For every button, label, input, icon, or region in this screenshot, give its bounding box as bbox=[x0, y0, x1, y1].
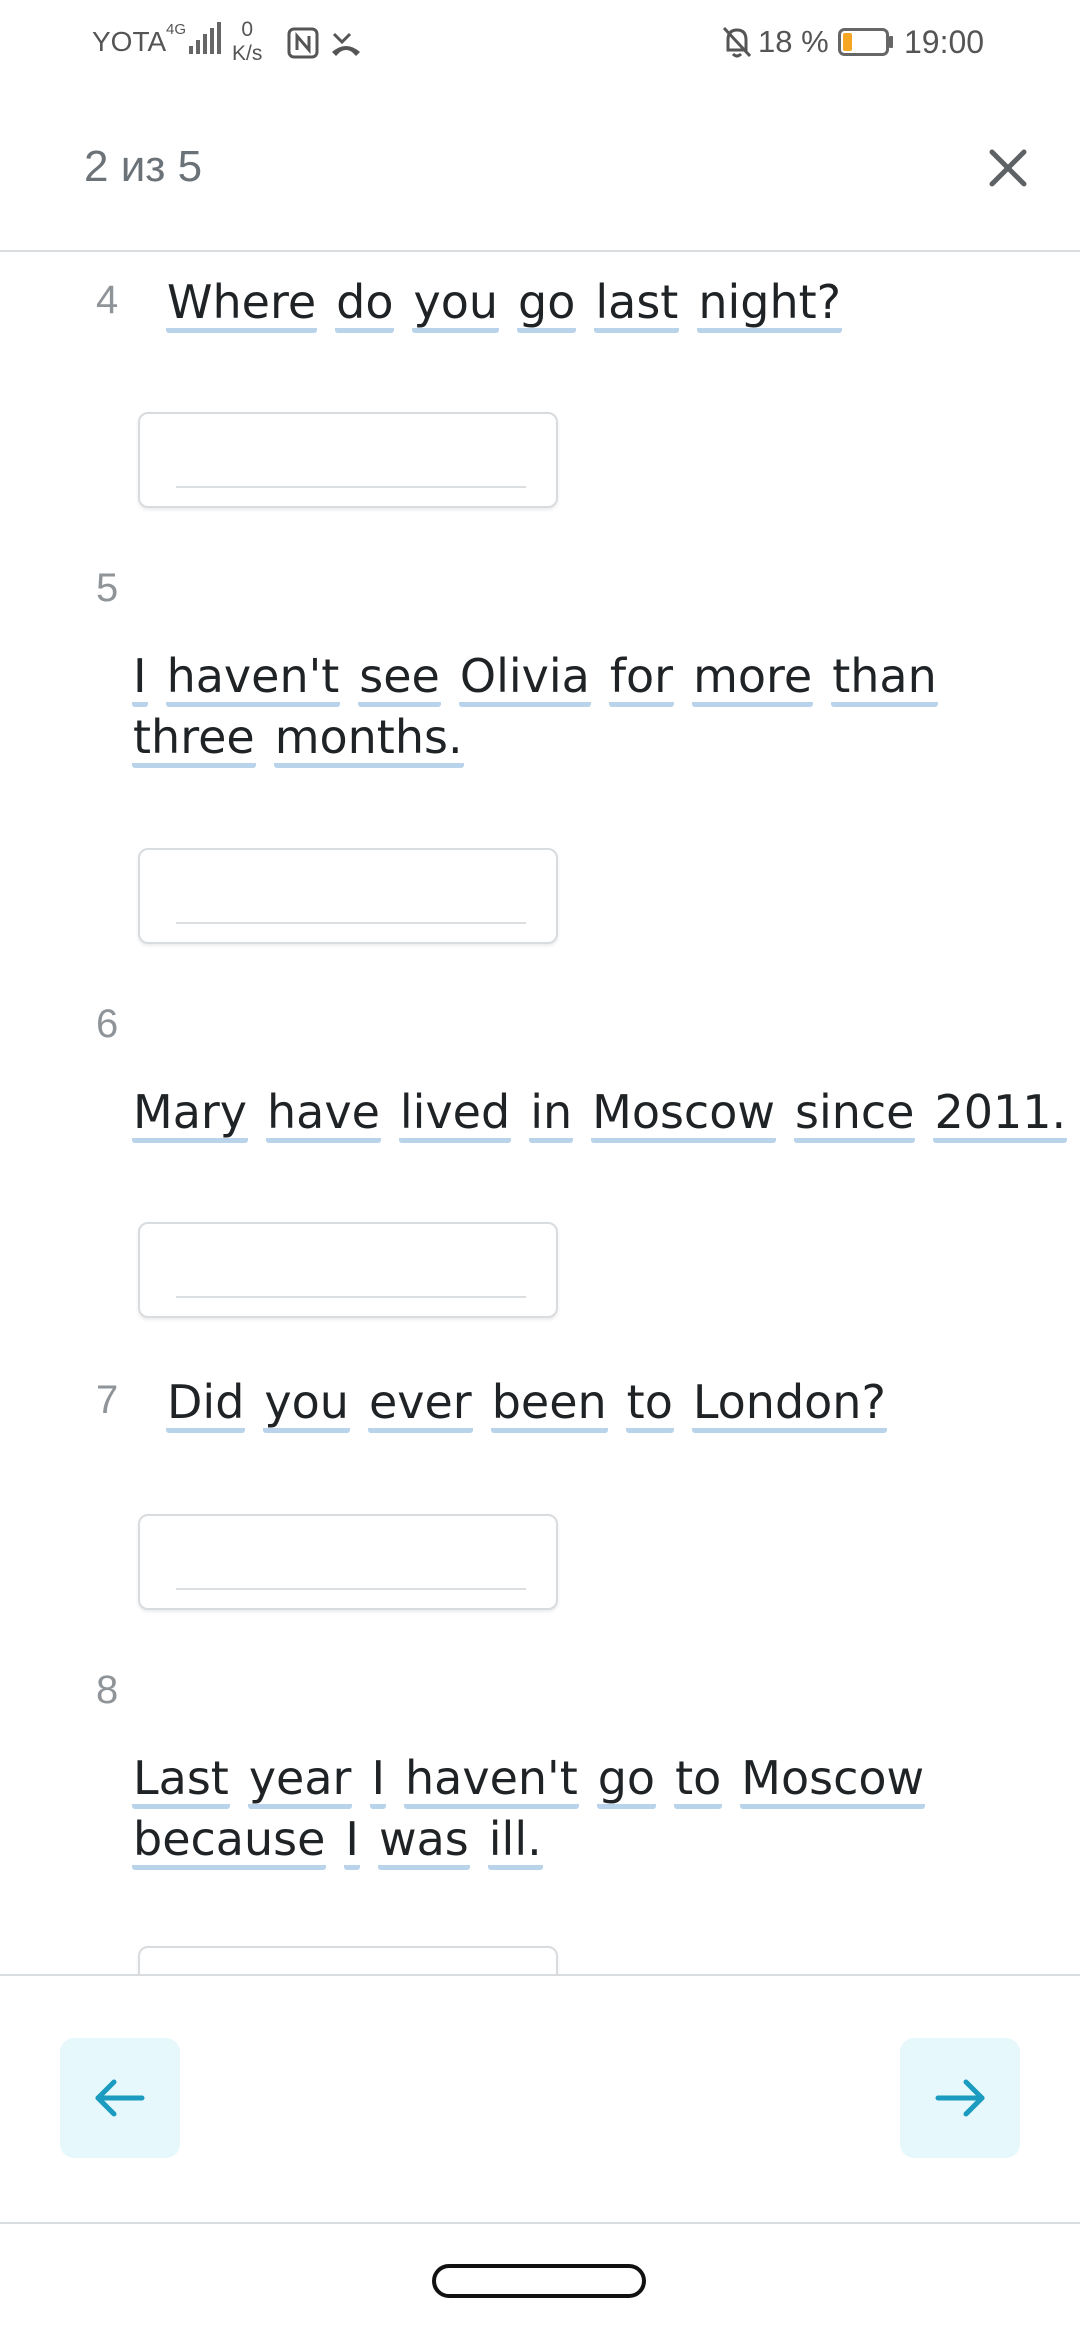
question-sentence: Ihaven't see Olivia for more than three months… bbox=[132, 646, 956, 768]
clock-time: 19:00 bbox=[904, 24, 985, 60]
question-number: 6 bbox=[96, 1002, 119, 1046]
sentence-word[interactable]: Olivia bbox=[458, 650, 591, 707]
answer-field[interactable] bbox=[138, 412, 558, 508]
answer-field[interactable] bbox=[138, 1946, 558, 1974]
close-icon[interactable] bbox=[986, 146, 1030, 190]
answer-field[interactable] bbox=[138, 848, 558, 944]
muted-bell-icon bbox=[722, 26, 752, 58]
sentence-word[interactable]: Moscow bbox=[740, 1752, 926, 1809]
question-number: 7 bbox=[96, 1378, 119, 1422]
arrow-left-icon bbox=[95, 2079, 145, 2117]
sentence-word[interactable]: months. bbox=[273, 711, 464, 768]
sentence-word[interactable]: last bbox=[594, 276, 680, 333]
previous-button[interactable] bbox=[60, 2038, 180, 2158]
sentence-word[interactable]: than bbox=[831, 650, 938, 707]
sentence-word[interactable]: Last bbox=[132, 1752, 230, 1809]
sentence-word[interactable]: I bbox=[344, 1813, 360, 1870]
arrow-right-icon bbox=[935, 2079, 985, 2117]
sentence-word[interactable]: for bbox=[608, 650, 675, 707]
battery-percent: 18 % bbox=[758, 24, 829, 59]
answer-input[interactable] bbox=[176, 1536, 530, 1588]
sentence-word[interactable]: I bbox=[132, 650, 148, 707]
sentence-word[interactable]: three bbox=[132, 711, 256, 768]
sentence-word[interactable]: since bbox=[793, 1086, 916, 1143]
sentence-word[interactable]: in bbox=[529, 1086, 574, 1143]
sentence-word[interactable]: have bbox=[266, 1086, 381, 1143]
nfc-icon bbox=[287, 27, 319, 59]
sentence-word[interactable]: because bbox=[132, 1813, 327, 1870]
question-number: 8 bbox=[96, 1668, 119, 1712]
sentence-word[interactable]: 2011. bbox=[933, 1086, 1068, 1143]
sentence-word[interactable]: do bbox=[335, 276, 395, 333]
answer-underline bbox=[176, 1588, 526, 1590]
missed-call-icon bbox=[332, 32, 360, 56]
question-sentence: Did you ever been to London? bbox=[166, 1372, 905, 1433]
question-progress: 2 из 5 bbox=[84, 142, 203, 191]
sentence-word[interactable]: you bbox=[412, 276, 500, 333]
answer-underline bbox=[176, 1296, 526, 1298]
speed-value: 0 bbox=[241, 18, 254, 41]
sentence-word[interactable]: ever bbox=[367, 1376, 473, 1433]
home-gesture-bar[interactable] bbox=[432, 2264, 646, 2298]
battery-icon bbox=[838, 28, 893, 56]
sentence-word[interactable]: ill. bbox=[487, 1813, 543, 1870]
sentence-word[interactable]: was bbox=[377, 1813, 470, 1870]
sentence-word[interactable]: to bbox=[625, 1376, 674, 1433]
sentence-word[interactable]: year bbox=[247, 1752, 353, 1809]
question-sentence: Last year Ihaven't go to Moscow because Iwas il… bbox=[132, 1748, 943, 1870]
question-number: 4 bbox=[96, 278, 119, 322]
nav-bar-divider bbox=[0, 2222, 1080, 2224]
sentence-word[interactable]: I bbox=[370, 1752, 387, 1809]
sentence-word[interactable]: see bbox=[358, 650, 441, 707]
network-type-label: 4G bbox=[166, 21, 187, 38]
sentence-word[interactable]: lived bbox=[398, 1086, 512, 1143]
header: 2 из 5 bbox=[0, 84, 1080, 250]
answer-underline bbox=[176, 922, 526, 924]
sentence-word[interactable]: London? bbox=[691, 1376, 887, 1433]
answer-input[interactable] bbox=[176, 434, 530, 486]
status-bar: YOTA 4G 0 K/s 18 % 19:00 bbox=[0, 0, 1080, 84]
answer-input[interactable] bbox=[176, 870, 530, 922]
speed-unit: K/s bbox=[232, 42, 263, 65]
answer-field[interactable] bbox=[138, 1514, 558, 1610]
answer-input[interactable] bbox=[176, 1244, 530, 1296]
sentence-word[interactable]: to bbox=[674, 1752, 723, 1809]
question-sentence: Mary have lived in Moscow since 2011. bbox=[132, 1082, 1080, 1143]
sentence-word[interactable]: go bbox=[517, 276, 577, 333]
sentence-word[interactable]: more bbox=[692, 650, 814, 707]
signal-strength-icon bbox=[189, 22, 221, 54]
next-button[interactable] bbox=[900, 2038, 1020, 2158]
answer-underline bbox=[176, 486, 526, 488]
question-list[interactable]: 4 Where do you go last night? 5 Ihaven't see Ol… bbox=[0, 252, 1080, 1974]
sentence-word[interactable]: haven't bbox=[404, 1752, 579, 1809]
sentence-word[interactable]: been bbox=[490, 1376, 608, 1433]
sentence-word[interactable]: Did bbox=[166, 1376, 246, 1433]
carrier-label: YOTA bbox=[92, 26, 167, 57]
question-number: 5 bbox=[96, 566, 119, 610]
sentence-word[interactable]: you bbox=[263, 1376, 350, 1433]
sentence-word[interactable]: Where bbox=[166, 276, 318, 333]
network-speed: 0 K/s bbox=[232, 18, 262, 66]
sentence-word[interactable]: Mary bbox=[132, 1086, 249, 1143]
sentence-word[interactable]: go bbox=[596, 1752, 657, 1809]
sentence-word[interactable]: haven't bbox=[165, 650, 341, 707]
sentence-word[interactable]: Moscow bbox=[591, 1086, 776, 1143]
question-sentence: Where do you go last night? bbox=[166, 272, 860, 333]
sentence-word[interactable]: night? bbox=[697, 276, 843, 333]
footer-divider bbox=[0, 1974, 1080, 1976]
answer-field[interactable] bbox=[138, 1222, 558, 1318]
